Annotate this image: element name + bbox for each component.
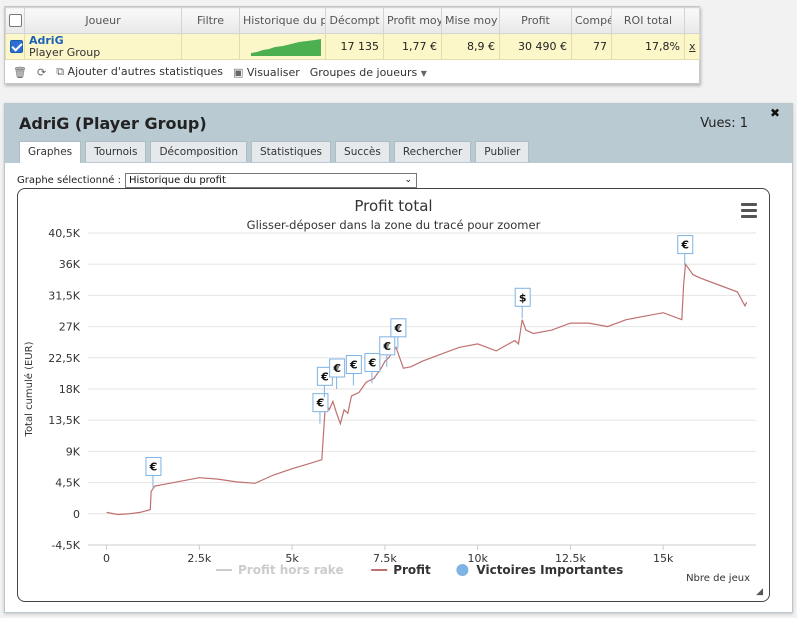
victory-flag-label: $: [519, 291, 527, 304]
table-header-row: Joueur Filtre Historique du p Décompt Pr…: [5, 7, 700, 34]
graph-select[interactable]: Historique du profit ⌄: [125, 173, 417, 188]
y-tick-label: 4,5K: [55, 477, 80, 490]
y-tick-label: 40,5K: [48, 227, 80, 240]
panel-tabs: Graphes Tournois Décomposition Statistiq…: [19, 141, 530, 163]
trash-icon[interactable]: 🗑: [13, 66, 27, 79]
views-count: Vues: 1: [700, 116, 748, 131]
tab-statistics[interactable]: Statistiques: [251, 141, 332, 162]
tab-breakdown[interactable]: Décomposition: [150, 141, 248, 162]
y-tick-label: 22,5K: [48, 352, 80, 365]
player-group: Player Group: [29, 45, 101, 59]
col-header-count[interactable]: Décompt: [325, 7, 384, 34]
victory-flag-label: €: [394, 322, 403, 335]
visualize-label: Visualiser: [246, 65, 300, 79]
legend-item: Profit hors rake: [238, 563, 344, 577]
col-header-avg-stake[interactable]: Mise moy: [441, 7, 500, 34]
col-header-spacer: [684, 7, 700, 34]
competitions-cell: 77: [571, 33, 612, 60]
col-header-competitions[interactable]: Compé: [571, 7, 612, 34]
tab-search[interactable]: Rechercher: [393, 141, 472, 162]
y-axis-title: Total cumulé (EUR): [23, 341, 35, 437]
player-cell[interactable]: AdriG Player Group: [24, 33, 182, 60]
add-column-icon: ⧉: [56, 65, 65, 78]
roi-cell: 17,8%: [611, 33, 685, 60]
profit-sparkline: [251, 39, 321, 56]
victory-flag-label: €: [368, 356, 377, 369]
y-tick-label: 36K: [59, 258, 81, 271]
tab-achievements[interactable]: Succès: [335, 141, 390, 162]
player-groups-label: Groupes de joueurs: [309, 65, 418, 79]
select-all-checkbox[interactable]: [5, 7, 25, 34]
player-name[interactable]: AdriG: [29, 34, 177, 47]
y-tick-label: 13,5K: [48, 414, 80, 427]
table-row[interactable]: AdriG Player Group 17 135 1,77 € 8,9 € 3…: [5, 33, 700, 60]
legend-item: Profit: [393, 563, 431, 577]
x-axis-title: Nbre de jeux: [686, 573, 750, 584]
victory-flag-label: €: [320, 370, 329, 383]
panel-title: AdriG (Player Group): [19, 114, 207, 133]
y-tick-label: 0: [73, 508, 80, 521]
y-tick-label: 27K: [59, 321, 81, 334]
filter-cell: [181, 33, 240, 60]
col-header-filter[interactable]: Filtre: [181, 7, 240, 34]
graph-select-value: Historique du profit: [129, 175, 226, 186]
chevron-down-icon: ⌄: [404, 175, 412, 185]
image-icon: ▣: [232, 65, 244, 79]
add-stats-button[interactable]: ⧉ Ajouter d'autres statistiques: [56, 65, 223, 79]
tab-graphs[interactable]: Graphes: [19, 141, 82, 163]
y-tick-label: -4,5K: [51, 539, 80, 552]
victory-flag-label: €: [316, 397, 325, 410]
col-header-history[interactable]: Historique du p: [239, 7, 326, 34]
col-header-profit[interactable]: Profit: [499, 7, 572, 34]
col-header-roi[interactable]: ROI total: [611, 7, 685, 34]
x-tick-label: 15k: [653, 552, 674, 565]
victory-flag-label: €: [680, 239, 689, 252]
stats-toolbar: 🗑 ⟳ ⧉ Ajouter d'autres statistiques ▣ Vi…: [5, 60, 699, 84]
col-header-player[interactable]: Joueur: [24, 7, 182, 34]
row-checkbox[interactable]: [5, 33, 25, 60]
player-detail-panel: AdriG (Player Group) Vues: 1 ✖ Graphes T…: [4, 103, 793, 613]
x-tick-label: 2.5k: [187, 552, 211, 565]
x-tick-label: 0: [103, 552, 110, 565]
y-tick-label: 9K: [66, 445, 81, 458]
add-stats-label: Ajouter d'autres statistiques: [67, 65, 223, 78]
chevron-down-icon: ▼: [420, 68, 427, 78]
victory-flag-label: €: [382, 340, 391, 353]
remove-player-link[interactable]: x: [684, 33, 700, 60]
resize-handle-icon[interactable]: ◢: [756, 587, 763, 597]
refresh-icon[interactable]: ⟳: [37, 66, 46, 79]
victory-flag-label: €: [149, 460, 158, 473]
col-header-avg-profit[interactable]: Profit moy: [383, 7, 442, 34]
chart-container[interactable]: Profit total Glisser-déposer dans la zon…: [17, 188, 770, 602]
profit-cell: 30 490 €: [499, 33, 572, 60]
stats-table: Joueur Filtre Historique du p Décompt Pr…: [5, 7, 700, 60]
sparkline-cell: [239, 33, 326, 60]
legend-item: Victoires Importantes: [476, 563, 623, 577]
count-cell: 17 135: [325, 33, 384, 60]
close-icon[interactable]: ✖: [770, 106, 780, 120]
tab-tournaments[interactable]: Tournois: [85, 141, 147, 162]
panel-header: AdriG (Player Group) Vues: 1 ✖ Graphes T…: [5, 104, 792, 163]
victory-flag-label: €: [332, 362, 341, 375]
player-groups-dropdown[interactable]: Groupes de joueurs ▼: [310, 66, 427, 79]
victory-flag-label: €: [349, 359, 358, 372]
y-tick-label: 18K: [59, 383, 81, 396]
graph-select-label: Graphe sélectionné :: [17, 175, 121, 186]
profit-chart[interactable]: -4,5K 0 4,5K 9K 13,5K 18K 22,5K 27K 31,5K 36K 40,5…: [18, 189, 769, 601]
stats-table-panel: Joueur Filtre Historique du p Décompt Pr…: [4, 6, 700, 84]
y-tick-label: 31,5K: [48, 289, 80, 302]
avg-profit-cell: 1,77 €: [383, 33, 442, 60]
visualize-button[interactable]: ▣ Visualiser: [233, 66, 300, 79]
avg-stake-cell: 8,9 €: [441, 33, 500, 60]
graph-select-row: Graphe sélectionné : Historique du profi…: [17, 173, 417, 188]
legend-marker: [456, 564, 469, 576]
tab-publish[interactable]: Publier: [475, 141, 530, 162]
